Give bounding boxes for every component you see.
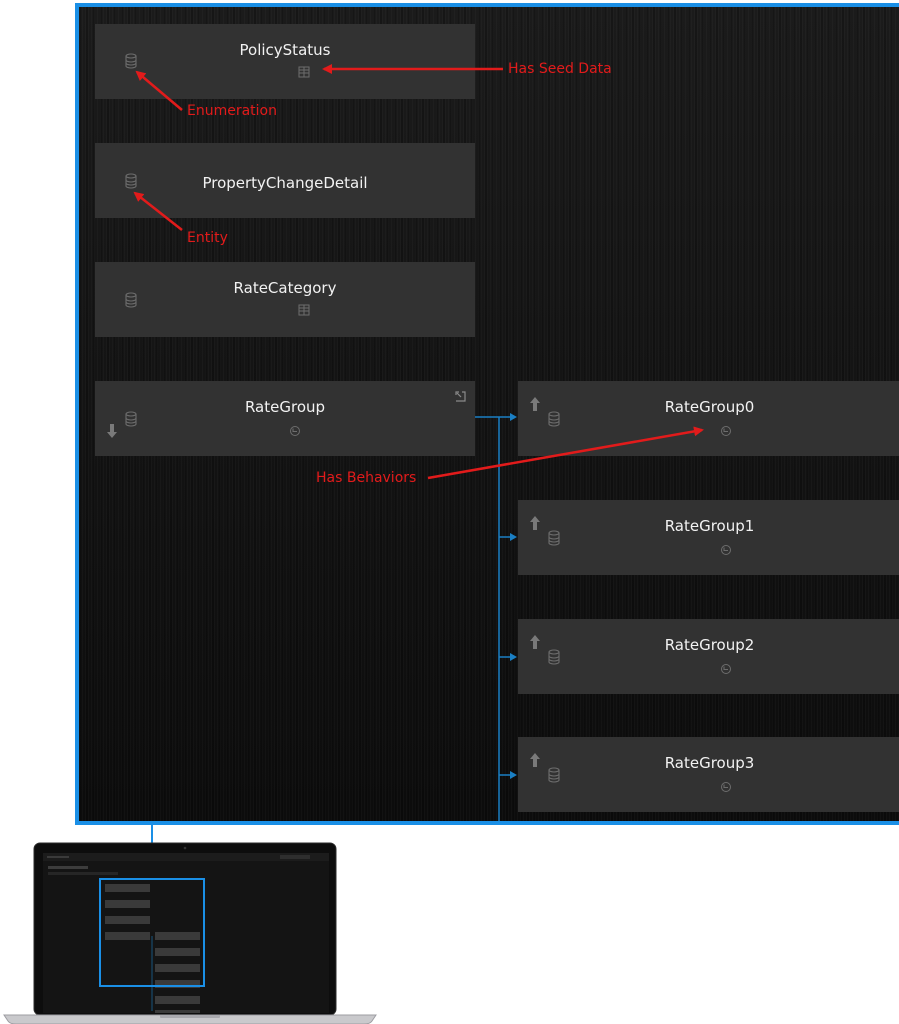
- connector-arrowhead: [510, 533, 517, 541]
- behavior-icon: [721, 664, 731, 674]
- entity-node-rategroup2[interactable]: RateGroup2: [518, 619, 899, 694]
- entity-node-rategroup1[interactable]: RateGroup1: [518, 500, 899, 575]
- zoomed-diagram-panel: PolicyStatus PropertyChangeDetail RateCa…: [75, 3, 899, 825]
- node-title: RateGroup0: [664, 398, 755, 416]
- entity-node-propertychangedetail[interactable]: PropertyChangeDetail: [95, 143, 475, 218]
- arrow-down-icon: [107, 424, 117, 438]
- node-title: PolicyStatus: [239, 41, 331, 59]
- expand-icon[interactable]: [455, 391, 466, 402]
- entity-node-ratecategory[interactable]: RateCategory: [95, 262, 475, 337]
- seed-data-icon: [298, 304, 310, 316]
- node-title: PropertyChangeDetail: [202, 174, 368, 192]
- annotation-has-behaviors: Has Behaviors: [316, 470, 417, 486]
- entity-node-rategroup0[interactable]: RateGroup0: [518, 381, 899, 456]
- behavior-icon: [721, 782, 731, 792]
- node-title: RateGroup3: [664, 754, 755, 772]
- laptop-thumbnail: [3, 842, 377, 1024]
- entity-node-rategroup[interactable]: RateGroup: [95, 381, 475, 456]
- connector-arrowhead: [510, 653, 517, 661]
- annotation-entity: Entity: [187, 230, 228, 246]
- node-title: RateGroup2: [664, 636, 755, 654]
- annotation-has-seed-data: Has Seed Data: [508, 61, 612, 77]
- seed-data-icon: [298, 66, 310, 78]
- entity-node-policystatus[interactable]: PolicyStatus: [95, 24, 475, 99]
- node-title: RateGroup1: [664, 517, 755, 535]
- behavior-icon: [721, 426, 731, 436]
- connector-arrowhead: [510, 771, 517, 779]
- connector-arrowhead: [510, 413, 517, 421]
- entity-node-rategroup3[interactable]: RateGroup3: [518, 737, 899, 812]
- behavior-icon: [290, 426, 300, 436]
- node-title: RateCategory: [233, 279, 337, 297]
- behavior-icon: [721, 545, 731, 555]
- annotation-enumeration: Enumeration: [187, 103, 277, 119]
- node-title: RateGroup: [244, 398, 326, 416]
